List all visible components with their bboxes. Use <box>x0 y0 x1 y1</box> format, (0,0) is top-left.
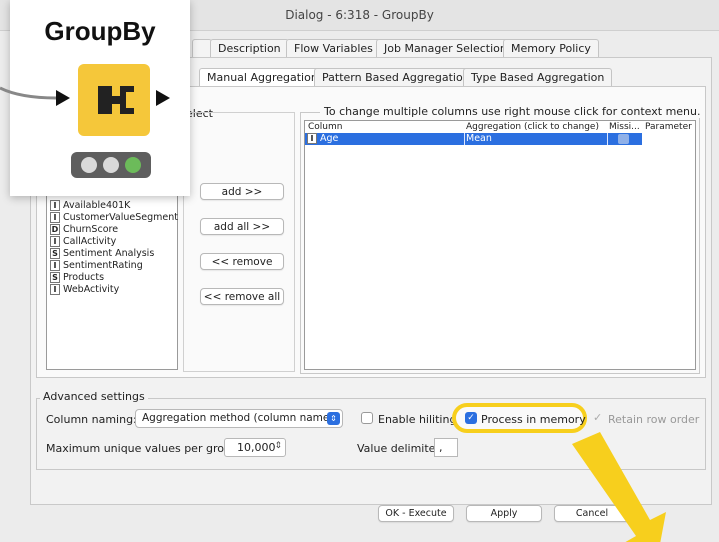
list-item[interactable]: S Sentiment Analysis <box>50 248 154 259</box>
column-naming-label: Column naming: <box>46 413 137 426</box>
node-title: GroupBy <box>44 16 156 46</box>
remove-button[interactable]: << remove <box>200 253 284 270</box>
value-delimiter-label: Value delimiter <box>357 442 440 455</box>
column-naming-select[interactable]: Aggregation method (column name) ⇕ <box>135 409 343 428</box>
row-column-name: Age <box>320 133 339 144</box>
column-name: SentimentRating <box>63 260 143 271</box>
tab-flow-variables[interactable]: Flow Variables <box>286 39 381 57</box>
node-graphic <box>0 64 170 136</box>
node-status-traffic-light <box>71 152 151 178</box>
check-icon: ✓ <box>593 411 603 424</box>
column-type-badge: I <box>50 212 60 223</box>
list-item[interactable]: I Available401K <box>50 200 130 211</box>
add-all-button[interactable]: add all >> <box>200 218 284 235</box>
chevron-updown-icon: ⇕ <box>327 412 340 425</box>
tab-node-settings[interactable] <box>192 39 212 57</box>
tab-description[interactable]: Description <box>210 39 289 57</box>
retain-row-order-label: Retain row order <box>608 413 700 426</box>
column-naming-value: Aggregation method (column name) <box>142 412 334 424</box>
header-aggregation[interactable]: Aggregation (click to change) <box>466 122 599 132</box>
row-aggregation-cell[interactable]: Mean <box>466 133 492 145</box>
list-item[interactable]: I WebActivity <box>50 284 119 295</box>
process-in-memory-checkbox[interactable]: ✓ <box>465 412 477 424</box>
tab-memory-policy[interactable]: Memory Policy <box>503 39 599 57</box>
column-type-badge: D <box>50 224 60 235</box>
column-type-badge: S <box>50 248 60 259</box>
column-type-badge: I <box>50 284 60 295</box>
header-parameter[interactable]: Parameter <box>645 122 692 132</box>
stepper-icon[interactable]: ⇕ <box>274 441 282 451</box>
status-light-green-icon <box>125 157 141 173</box>
column-name: CallActivity <box>63 236 117 247</box>
column-type-badge: I <box>50 260 60 271</box>
column-type-badge: I <box>307 133 317 144</box>
aggregation-table[interactable] <box>304 120 696 370</box>
column-type-badge: I <box>50 236 60 247</box>
enable-hiliting-checkbox[interactable] <box>361 412 373 424</box>
output-port-icon <box>156 90 170 106</box>
advanced-settings-legend: Advanced settings <box>40 390 148 403</box>
process-in-memory-label: Process in memory <box>481 413 586 426</box>
column-name: Available401K <box>63 200 131 211</box>
column-name: CustomerValueSegment <box>63 212 178 223</box>
value-delimiter-value: , <box>439 441 443 454</box>
list-item[interactable]: I CustomerValueSegment <box>50 212 178 223</box>
list-item[interactable]: I CallActivity <box>50 236 116 247</box>
ok-execute-button[interactable]: OK - Execute <box>378 505 454 522</box>
status-light-yellow-icon <box>103 157 119 173</box>
enable-hiliting-label: Enable hiliting <box>378 413 457 426</box>
list-item[interactable]: S Products <box>50 272 104 283</box>
list-item[interactable]: D ChurnScore <box>50 224 118 235</box>
row-column-cell[interactable]: I Age <box>307 133 338 145</box>
header-missing[interactable]: Missi... <box>609 122 640 132</box>
list-item[interactable]: I SentimentRating <box>50 260 143 271</box>
add-button[interactable]: add >> <box>200 183 284 200</box>
tab-type-based-aggregation[interactable]: Type Based Aggregation <box>463 68 613 86</box>
apply-button[interactable]: Apply <box>466 505 542 522</box>
column-type-badge: S <box>50 272 60 283</box>
max-unique-value: 10,000 <box>237 441 276 454</box>
button-panel <box>183 112 295 372</box>
tab-manual-aggregation[interactable]: Manual Aggregation <box>199 68 326 86</box>
value-delimiter-input[interactable]: , <box>434 438 458 457</box>
status-light-red-icon <box>81 157 97 173</box>
callout-arrow <box>572 432 666 542</box>
max-unique-spinner[interactable]: 10,000 ⇕ <box>224 438 286 457</box>
tab-job-manager-selection[interactable]: Job Manager Selection <box>376 39 515 57</box>
tab-pattern-based-aggregation[interactable]: Pattern Based Aggregation <box>314 68 478 86</box>
column-name: Products <box>63 272 105 283</box>
column-name: WebActivity <box>63 284 120 295</box>
cell-divider <box>607 133 608 145</box>
input-connection-line <box>0 86 57 100</box>
input-port-icon <box>56 90 70 106</box>
aggregation-legend: To change multiple columns use right mou… <box>320 105 705 118</box>
cell-divider <box>464 133 465 145</box>
header-column[interactable]: Column <box>308 122 342 132</box>
column-name: Sentiment Analysis <box>63 248 155 259</box>
missing-checkbox[interactable] <box>618 134 629 144</box>
column-name: ChurnScore <box>63 224 119 235</box>
column-type-badge: I <box>50 200 60 211</box>
max-unique-label: Maximum unique values per group <box>46 442 238 455</box>
remove-all-button[interactable]: << remove all <box>200 288 284 305</box>
